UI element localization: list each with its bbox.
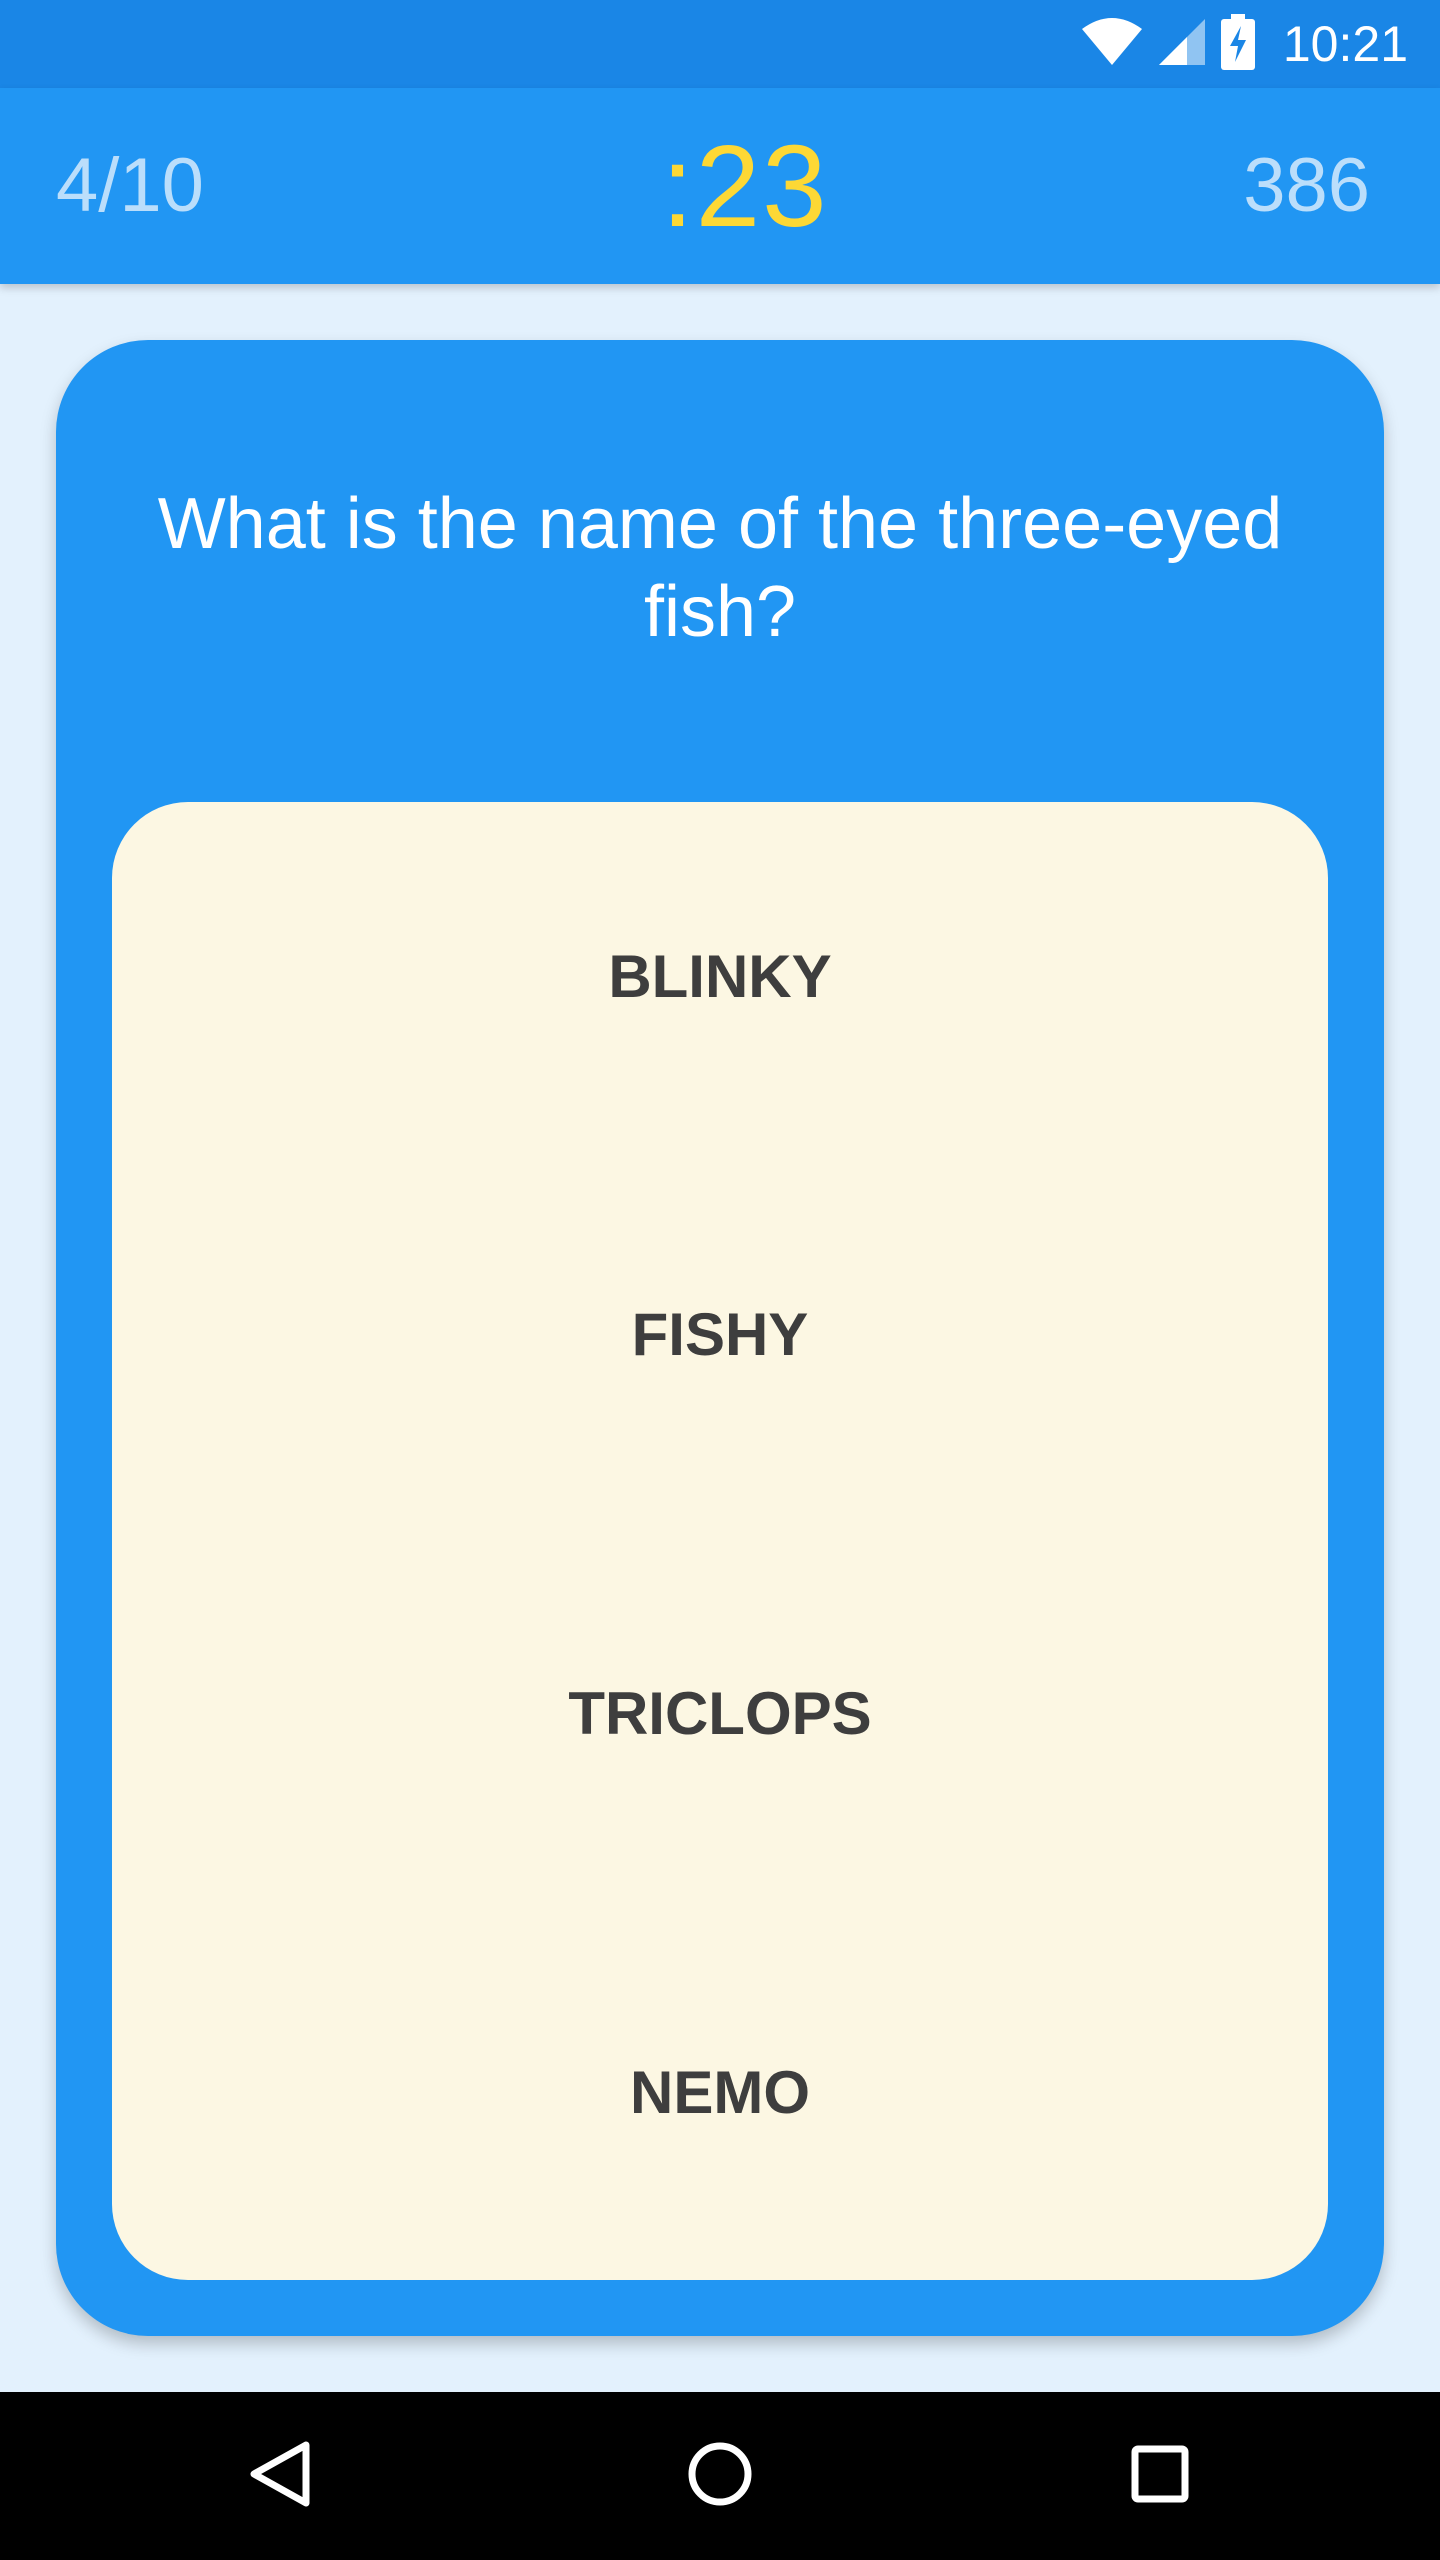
- status-time: 10:21: [1282, 16, 1408, 72]
- answer-option-2[interactable]: FISHY: [112, 1300, 1328, 1369]
- back-button[interactable]: [200, 2392, 360, 2560]
- answer-option-4[interactable]: NEMO: [112, 2058, 1328, 2127]
- home-icon: [687, 2441, 753, 2512]
- answer-list: BLINKY FISHY TRICLOPS NEMO: [112, 802, 1328, 2280]
- status-bar: 10:21: [0, 0, 1440, 88]
- signal-icon: [1157, 17, 1207, 72]
- answer-option-3[interactable]: TRICLOPS: [112, 1679, 1328, 1748]
- recents-button[interactable]: [1080, 2392, 1240, 2560]
- question-text: What is the name of the three-eyed fish?: [157, 484, 1283, 652]
- status-icons: 10:21: [1081, 0, 1408, 88]
- recents-icon: [1130, 2444, 1190, 2509]
- home-button[interactable]: [640, 2392, 800, 2560]
- back-icon: [248, 2439, 312, 2514]
- quiz-header: 4/10 :23 386: [0, 88, 1440, 284]
- question-card: What is the name of the three-eyed fish?…: [56, 340, 1384, 2336]
- navigation-bar: [0, 2392, 1440, 2560]
- score: 386: [1243, 143, 1370, 228]
- answer-option-1[interactable]: BLINKY: [112, 942, 1328, 1011]
- battery-charging-icon: [1220, 13, 1255, 75]
- countdown-timer: :23: [661, 121, 829, 251]
- wifi-icon: [1081, 17, 1143, 72]
